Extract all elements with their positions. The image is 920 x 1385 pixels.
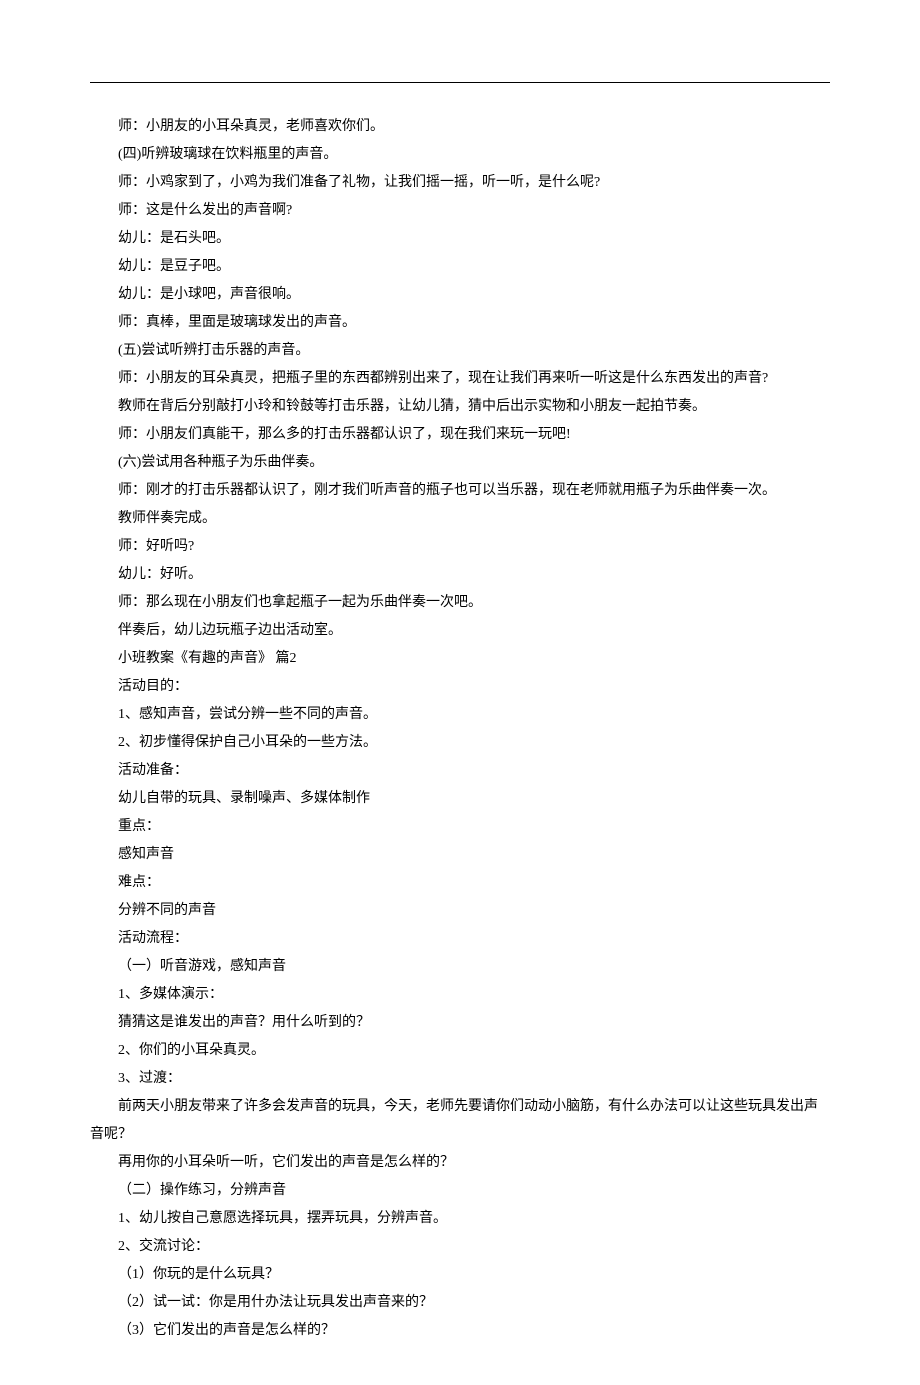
text-line: 活动准备： bbox=[90, 757, 830, 785]
text-line: 师：那么现在小朋友们也拿起瓶子一起为乐曲伴奏一次吧。 bbox=[90, 589, 830, 617]
text-line: 师：小朋友的耳朵真灵，把瓶子里的东西都辨别出来了，现在让我们再来听一听这是什么东… bbox=[90, 365, 830, 393]
document-page: 师：小朋友的小耳朵真灵，老师喜欢你们。 (四)听辨玻璃球在饮料瓶里的声音。 师：… bbox=[0, 0, 920, 1385]
text-line: 前两天小朋友带来了许多会发声音的玩具，今天，老师先要请你们动动小脑筋，有什么办法… bbox=[90, 1093, 830, 1121]
text-line: 活动目的： bbox=[90, 673, 830, 701]
text-line: 3、过渡： bbox=[90, 1065, 830, 1093]
text-line: (五)尝试听辨打击乐器的声音。 bbox=[90, 337, 830, 365]
text-line: （二）操作练习，分辨声音 bbox=[90, 1177, 830, 1205]
text-line: （一）听音游戏，感知声音 bbox=[90, 953, 830, 981]
text-line: 2、交流讨论： bbox=[90, 1233, 830, 1261]
text-line: (四)听辨玻璃球在饮料瓶里的声音。 bbox=[90, 141, 830, 169]
text-line: 师：这是什么发出的声音啊? bbox=[90, 197, 830, 225]
text-line: 2、初步懂得保护自己小耳朵的一些方法。 bbox=[90, 729, 830, 757]
text-line: 幼儿：好听。 bbox=[90, 561, 830, 589]
text-line: 猜猜这是谁发出的声音？用什么听到的？ bbox=[90, 1009, 830, 1037]
text-line: 师：刚才的打击乐器都认识了，刚才我们听声音的瓶子也可以当乐器，现在老师就用瓶子为… bbox=[90, 477, 830, 505]
text-line: 1、感知声音，尝试分辨一些不同的声音。 bbox=[90, 701, 830, 729]
text-line: 教师伴奏完成。 bbox=[90, 505, 830, 533]
text-line: 师：小朋友的小耳朵真灵，老师喜欢你们。 bbox=[90, 113, 830, 141]
text-line: (六)尝试用各种瓶子为乐曲伴奏。 bbox=[90, 449, 830, 477]
text-line: （3）它们发出的声音是怎么样的？ bbox=[90, 1317, 830, 1345]
horizontal-rule bbox=[90, 82, 830, 83]
text-line: 幼儿：是豆子吧。 bbox=[90, 253, 830, 281]
text-line: 重点： bbox=[90, 813, 830, 841]
text-line: 2、你们的小耳朵真灵。 bbox=[90, 1037, 830, 1065]
text-line: 师：小鸡家到了，小鸡为我们准备了礼物，让我们摇一摇，听一听，是什么呢? bbox=[90, 169, 830, 197]
text-line: 师：小朋友们真能干，那么多的打击乐器都认识了，现在我们来玩一玩吧! bbox=[90, 421, 830, 449]
text-line: （1）你玩的是什么玩具？ bbox=[90, 1261, 830, 1289]
text-line: 1、多媒体演示： bbox=[90, 981, 830, 1009]
text-line: 幼儿自带的玩具、录制噪声、多媒体制作 bbox=[90, 785, 830, 813]
text-line: （2）试一试：你是用什办法让玩具发出声音来的？ bbox=[90, 1289, 830, 1317]
text-line: 再用你的小耳朵听一听，它们发出的声音是怎么样的？ bbox=[90, 1149, 830, 1177]
text-line: 活动流程： bbox=[90, 925, 830, 953]
text-line: 师：好听吗? bbox=[90, 533, 830, 561]
text-line: 分辨不同的声音 bbox=[90, 897, 830, 925]
text-line: 难点： bbox=[90, 869, 830, 897]
text-line: 教师在背后分别敲打小玲和铃鼓等打击乐器，让幼儿猜，猜中后出示实物和小朋友一起拍节… bbox=[90, 393, 830, 421]
text-line: 师：真棒，里面是玻璃球发出的声音。 bbox=[90, 309, 830, 337]
text-line: 幼儿：是小球吧，声音很响。 bbox=[90, 281, 830, 309]
text-line: 小班教案《有趣的声音》 篇2 bbox=[90, 645, 830, 673]
text-line: 幼儿：是石头吧。 bbox=[90, 225, 830, 253]
text-line: 感知声音 bbox=[90, 841, 830, 869]
text-line-continuation: 音呢？ bbox=[90, 1121, 830, 1149]
text-line: 伴奏后，幼儿边玩瓶子边出活动室。 bbox=[90, 617, 830, 645]
text-line: 1、幼儿按自己意愿选择玩具，摆弄玩具，分辨声音。 bbox=[90, 1205, 830, 1233]
